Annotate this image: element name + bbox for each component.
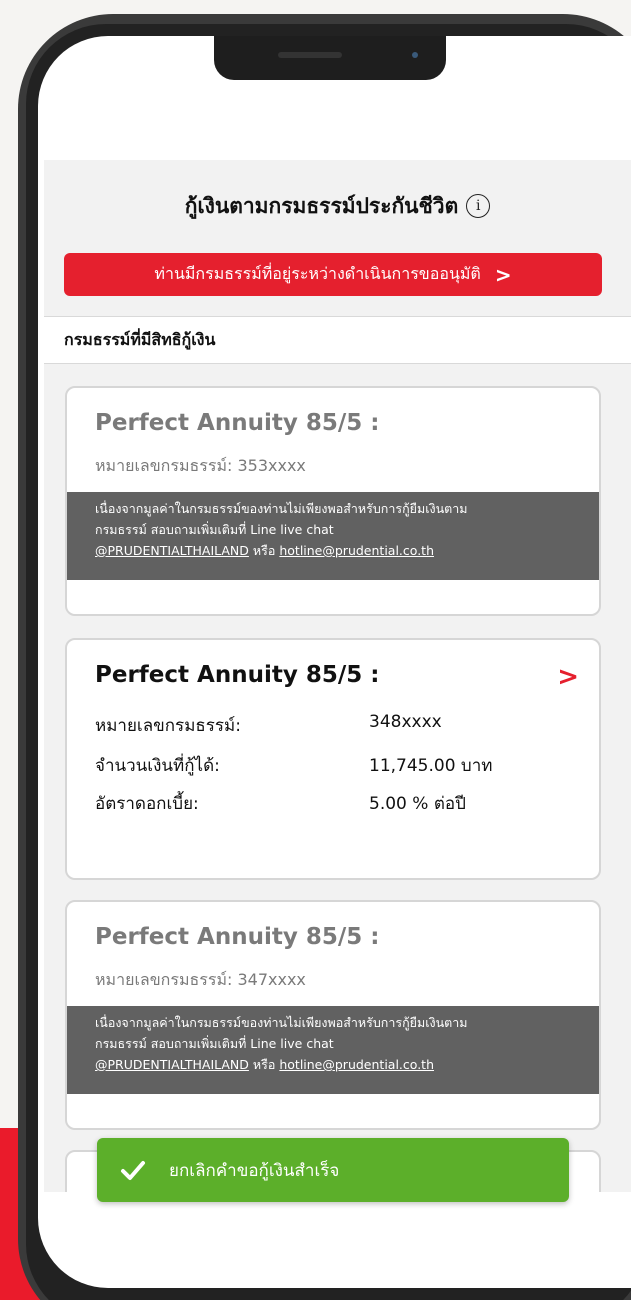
header: กู้เงินตามกรมธรรม์ประกันชีวิต i (44, 188, 631, 224)
line-chat-link[interactable]: @PRUDENTIALTHAILAND (95, 1057, 249, 1072)
policy-name: Perfect Annuity 85/5 : (95, 662, 380, 688)
check-icon (121, 1161, 145, 1180)
notice-line: กรมธรรม์ สอบถามเพิ่มเติมที่ Line live ch… (95, 1036, 334, 1051)
policy-number-label: หมายเลขกรมธรรม์: (95, 716, 241, 736)
policy-card-eligible[interactable]: Perfect Annuity 85/5 : > หมายเลขกรมธรรม์… (65, 638, 601, 880)
section-title: กรมธรรม์ที่มีสิทธิกู้เงิน (44, 316, 631, 364)
notice-contact: @PRUDENTIALTHAILAND หรือ hotline@prudent… (95, 1054, 575, 1075)
info-icon[interactable]: i (466, 194, 491, 218)
policy-number-value: 348xxxx (369, 712, 442, 732)
line-chat-link[interactable]: @PRUDENTIALTHAILAND (95, 543, 249, 558)
hotline-email-link[interactable]: hotline@prudential.co.th (279, 543, 434, 558)
loan-amount-value: 11,745.00 บาท (369, 756, 493, 776)
policy-card-disabled: Perfect Annuity 85/5 : หมายเลขกรมธรรม์: … (65, 386, 601, 616)
pending-approval-banner[interactable]: ท่านมีกรมธรรม์ที่อยู่ระหว่างดำเนินการขออ… (64, 253, 602, 296)
notice-contact: @PRUDENTIALTHAILAND หรือ hotline@prudent… (95, 540, 575, 561)
policy-name: Perfect Annuity 85/5 : (95, 410, 380, 436)
policy-number: หมายเลขกรมธรรม์: 353xxxx (95, 456, 306, 475)
policy-name: Perfect Annuity 85/5 : (95, 924, 380, 950)
camera (412, 52, 418, 58)
loan-amount-label: จำนวนเงินที่กู้ได้: (95, 756, 220, 776)
phone-notch (214, 36, 446, 80)
toast-message: ยกเลิกคำขอกู้เงินสำเร็จ (169, 1160, 340, 1181)
policy-number: หมายเลขกรมธรรม์: 347xxxx (95, 970, 306, 989)
interest-rate-value: 5.00 % ต่อปี (369, 794, 466, 814)
loan-app: กู้เงินตามกรมธรรม์ประกันชีวิต i ท่านมีกร… (44, 160, 631, 1192)
speaker (278, 52, 342, 58)
chevron-right-icon[interactable]: > (557, 662, 579, 692)
insufficient-value-notice: เนื่องจากมูลค่าในกรมธรรม์ของท่านไม่เพียง… (67, 492, 599, 580)
hotline-email-link[interactable]: hotline@prudential.co.th (279, 1057, 434, 1072)
notice-line: กรมธรรม์ สอบถามเพิ่มเติมที่ Line live ch… (95, 522, 334, 537)
success-toast: ยกเลิกคำขอกู้เงินสำเร็จ (97, 1138, 569, 1202)
interest-rate-label: อัตราดอกเบี้ย: (95, 794, 199, 814)
insufficient-value-notice: เนื่องจากมูลค่าในกรมธรรม์ของท่านไม่เพียง… (67, 1006, 599, 1094)
notice-or: หรือ (248, 543, 280, 558)
chevron-right-icon: > (494, 262, 512, 287)
notice-line: เนื่องจากมูลค่าในกรมธรรม์ของท่านไม่เพียง… (95, 1015, 468, 1030)
policy-card-disabled: Perfect Annuity 85/5 : หมายเลขกรมธรรม์: … (65, 900, 601, 1130)
notice-or: หรือ (248, 1057, 280, 1072)
page-title: กู้เงินตามกรมธรรม์ประกันชีวิต (184, 193, 459, 218)
notice-line: เนื่องจากมูลค่าในกรมธรรม์ของท่านไม่เพียง… (95, 501, 468, 516)
pending-banner-label: ท่านมีกรมธรรม์ที่อยู่ระหว่างดำเนินการขออ… (154, 264, 481, 283)
